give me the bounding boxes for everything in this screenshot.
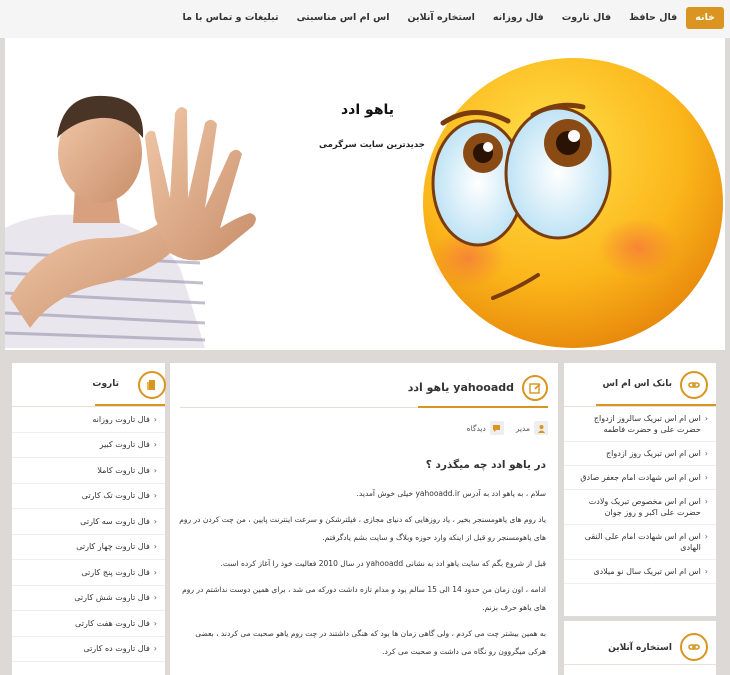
tarot-widget-header: تاروت xyxy=(12,363,166,407)
list-item[interactable]: ‹ اس ام اس تبریک سال نو میلادی xyxy=(564,560,716,584)
list-item[interactable]: ‹ اس ام اس تبریک سالروز ازدواج حضرت علی و… xyxy=(564,407,716,442)
estekhare-widget: استخاره آنلاین xyxy=(564,621,716,675)
sms-widget-header: بانک اس ام اس xyxy=(564,363,716,407)
list-item[interactable]: ‹ فال تاروت هفت کارتی xyxy=(12,611,165,637)
cards-icon xyxy=(138,371,166,399)
shy-smiley-image xyxy=(423,58,723,348)
chevron-left-icon: ‹ xyxy=(704,473,708,482)
list-item[interactable]: ‹ اس ام اس مخصوص تبریک ولادت حضرت علی اکب… xyxy=(564,490,716,525)
estekhare-widget-title: استخاره آنلاین xyxy=(608,643,672,653)
list-item[interactable]: ‹ فال تاروت چهار کارتی xyxy=(12,535,165,560)
list-item[interactable]: ‹ فال تاروت کاملا xyxy=(12,458,165,484)
chevron-left-icon: ‹ xyxy=(153,516,157,526)
post-title[interactable]: یاهو ادد yahooadd xyxy=(408,381,514,394)
user-icon xyxy=(534,421,548,435)
paragraph: یاد روم های یاهومسنجر بخیر ، یاد روزهایی… xyxy=(179,515,546,542)
post-comments[interactable]: دیدگاه xyxy=(467,421,504,435)
sms-widget: بانک اس ام اس ‹ اس ام اس تبریک سالروز ازد… xyxy=(564,363,716,616)
nav-menu: خانه فال حافظ فال تاروت فال روزانه استخا… xyxy=(174,7,724,29)
link-icon xyxy=(680,371,708,399)
site-tagline: جدیدترین سایت سرگرمی xyxy=(319,140,425,150)
paragraph: قبل از شروع بگم که سایت یاهو ادد به نشان… xyxy=(220,559,546,568)
list-item[interactable]: ‹ اس ام اس شهادت امام جعفر صادق xyxy=(564,466,716,490)
chevron-left-icon: ‹ xyxy=(704,449,708,458)
header-banner: یاهو ادد جدیدترین سایت سرگرمی xyxy=(5,38,725,350)
list-item[interactable]: ‹ فال تاروت سه کارتی xyxy=(12,509,165,535)
list-item[interactable]: ‹ فال تاروت ده کارتی xyxy=(12,637,165,662)
post-meta: مدیر دیدگاه xyxy=(467,421,548,435)
chevron-left-icon: ‹ xyxy=(704,532,708,541)
comment-icon xyxy=(489,421,504,435)
tarot-widget: تاروت ‹ فال تاروت روزانه ‹ فال تاروت کبیر … xyxy=(12,363,166,675)
chevron-left-icon: ‹ xyxy=(153,414,157,424)
chevron-left-icon: ‹ xyxy=(153,567,157,577)
paragraph: ادامه ، اون زمان من حدود 14 الی 15 سالم … xyxy=(182,585,546,612)
site-title[interactable]: یاهو ادد xyxy=(341,102,394,118)
nav-item-home[interactable]: خانه xyxy=(686,7,724,29)
list-item[interactable]: ‹ اس ام اس تبریک روز ازدواج xyxy=(564,442,716,466)
list-item[interactable]: ‹ اس ام اس شهادت امام علی النقی الهادی xyxy=(564,525,716,560)
nav-item-contact[interactable]: تبلیغات و تماس با ما xyxy=(174,7,288,29)
sms-widget-title: بانک اس ام اس xyxy=(602,379,672,389)
link-icon xyxy=(680,633,708,661)
chevron-left-icon: ‹ xyxy=(153,618,157,628)
chevron-left-icon: ‹ xyxy=(153,440,157,450)
chevron-left-icon: ‹ xyxy=(153,465,157,475)
chevron-left-icon: ‹ xyxy=(704,414,708,423)
list-item[interactable]: ‹ فال تاروت شش کارتی xyxy=(12,586,165,611)
nav-item-tarot[interactable]: فال تاروت xyxy=(553,7,620,29)
nav-item-hafez[interactable]: فال حافظ xyxy=(620,7,686,29)
nav-item-daily[interactable]: فال روزانه xyxy=(484,7,553,29)
title-underline xyxy=(418,406,548,408)
list-item[interactable]: ‹ فال تاروت کبیر xyxy=(12,433,165,458)
header-underline xyxy=(596,404,716,406)
post-header: یاهو ادد yahooadd xyxy=(170,363,558,407)
post-article: یاهو ادد yahooadd مدیر دیدگاه در یاهو اد… xyxy=(170,363,558,675)
tarot-list: ‹ فال تاروت روزانه ‹ فال تاروت کبیر ‹ فال ت… xyxy=(12,407,165,662)
edit-icon xyxy=(522,375,548,401)
tarot-widget-title: تاروت xyxy=(92,379,119,389)
estekhare-widget-header: استخاره آنلاین xyxy=(564,621,716,665)
man-hand-image xyxy=(5,95,256,348)
post-heading: در یاهو ادد چه میگذرد ؟ xyxy=(425,459,546,471)
post-author[interactable]: مدیر xyxy=(516,421,548,435)
list-item[interactable]: ‹ فال تاروت تک کارتی xyxy=(12,484,165,509)
list-item[interactable]: ‹ فال تاروت پنج کارتی xyxy=(12,560,165,586)
nav-item-estekhare[interactable]: استخاره آنلاین xyxy=(398,7,483,29)
top-nav: خانه فال حافظ فال تاروت فال روزانه استخا… xyxy=(0,0,730,38)
nav-item-sms[interactable]: اس ام اس مناسبتی xyxy=(288,7,399,29)
paragraph: سلام ، به یاهو ادد به آدرس yahooadd.ir خ… xyxy=(356,489,546,498)
chevron-left-icon: ‹ xyxy=(704,497,708,506)
chevron-left-icon: ‹ xyxy=(153,644,157,654)
post-body: در یاهو ادد چه میگذرد ؟ سلام ، به یاهو ا… xyxy=(178,459,546,669)
chevron-left-icon: ‹ xyxy=(153,491,157,501)
chevron-left-icon: ‹ xyxy=(704,567,708,576)
list-item[interactable]: ‹ فال تاروت روزانه xyxy=(12,407,165,433)
header-underline xyxy=(95,404,165,406)
sms-list: ‹ اس ام اس تبریک سالروز ازدواج حضرت علی و… xyxy=(564,407,716,584)
paragraph: به همین بیشتر چت می کردم ، ولی گاهی زمان… xyxy=(195,629,546,656)
chevron-left-icon: ‹ xyxy=(153,542,157,552)
chevron-left-icon: ‹ xyxy=(153,593,157,603)
